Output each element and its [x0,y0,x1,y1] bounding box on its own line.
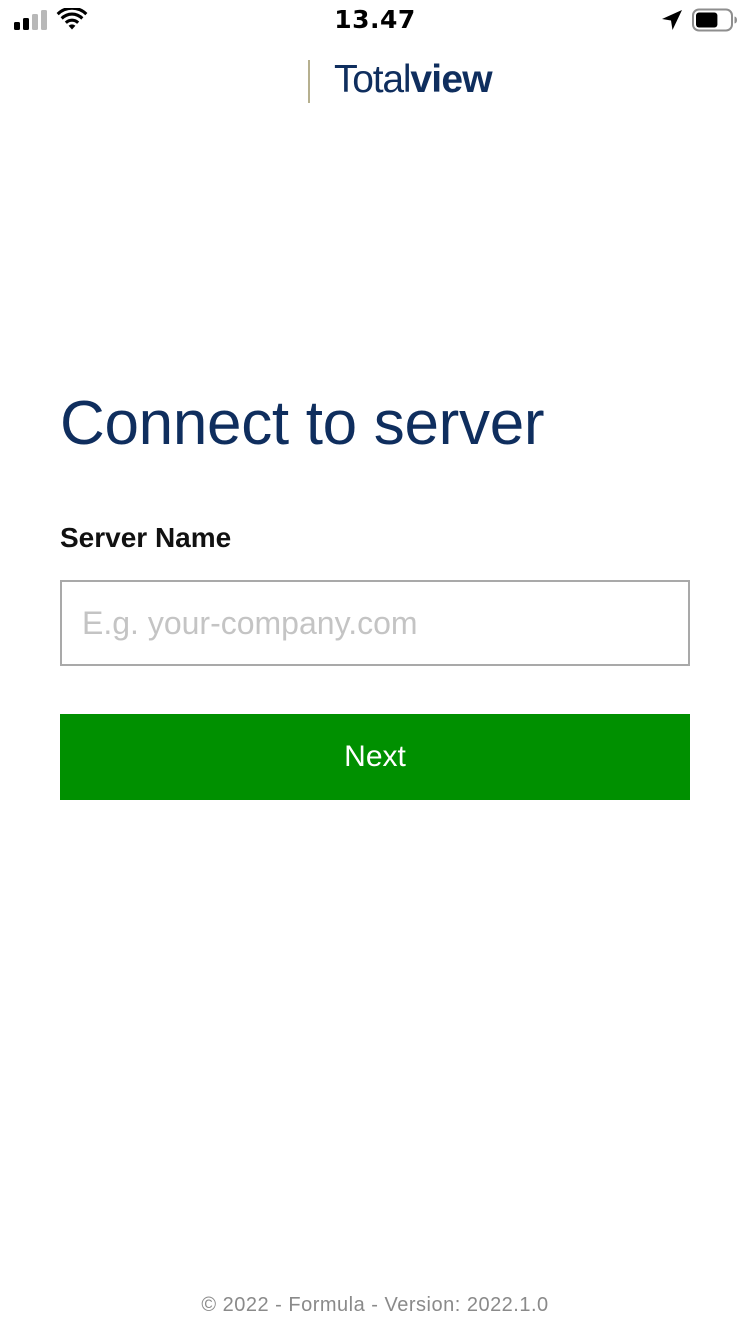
footer-version-text: © 2022 - Formula - Version: 2022.1.0 [201,1294,549,1316]
totalview-logo: Totalview [334,57,493,103]
server-name-label: Server Name [60,522,232,553]
logo-text-bold: view [410,58,492,101]
next-button[interactable]: Next [60,714,690,800]
logo-divider [308,60,310,103]
logo-text-regular: Total [334,58,412,101]
battery-icon [692,8,737,32]
status-time: 13.47 [334,5,416,34]
status-bar: 13.47 [0,0,750,40]
location-arrow-icon [662,10,682,30]
server-name-input[interactable] [60,580,690,666]
page-title: Connect to server [60,389,545,458]
